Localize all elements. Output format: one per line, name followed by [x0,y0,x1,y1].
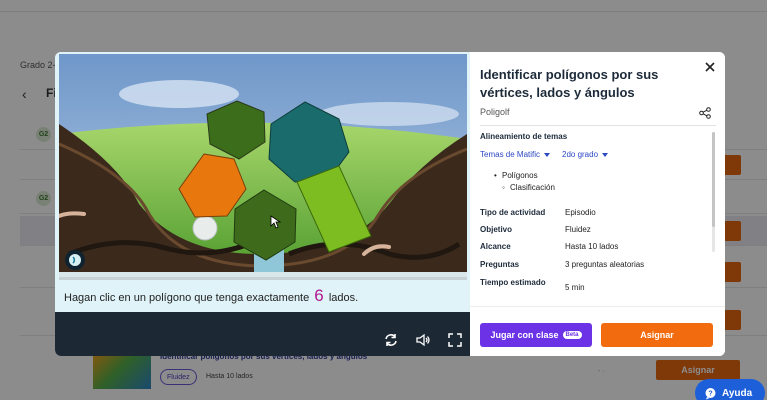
topic-item: Polígonos [494,170,555,182]
instruction-suffix: lados. [328,292,359,304]
meta-key: Tipo de actividad [480,208,546,217]
meta-key: Tiempo estimado [480,278,546,287]
play-with-class-button[interactable]: Jugar con clase Beta [480,323,592,347]
volume-icon[interactable] [415,332,431,348]
share-icon[interactable] [699,106,711,119]
divider [480,125,716,126]
activity-subtitle: Poligolf [480,107,510,117]
audio-character-icon[interactable] [65,250,85,270]
alignment-heading: Alineamiento de temas [480,132,568,141]
meta-value: Episodio [565,208,596,217]
beta-badge: Beta [562,331,582,339]
meta-key: Objetivo [480,225,513,234]
close-icon[interactable] [703,60,717,74]
meta-value: Hasta 10 lados [565,242,619,251]
golf-course-illustration [59,54,467,277]
chat-bubble-icon: ? [704,387,717,400]
topic-list: Polígonos Clasificación [494,170,555,194]
game-scene [59,54,467,277]
game-control-bar [55,312,470,356]
assign-button[interactable]: Asignar [601,323,713,347]
game-panel: Hagan clic en un polígono que tenga exac… [55,52,470,356]
activity-info-panel: Identificar polígonos por sus vértices, … [470,52,725,356]
help-label: Ayuda [722,387,753,399]
meta-activity-type: Tipo de actividad Episodio [480,208,710,220]
activity-preview-modal: Hagan clic en un polígono que tenga exac… [55,52,725,356]
restart-icon[interactable] [383,332,399,348]
meta-key: Alcance [480,242,511,251]
chevron-down-icon [602,152,609,157]
grade-dropdown[interactable]: 2do grado [562,150,609,159]
game-instruction: Hagan clic en un polígono que tenga exac… [64,286,358,306]
chevron-down-icon [544,152,551,157]
activity-title: Identificar polígonos por sus vértices, … [480,67,659,100]
help-button[interactable]: ? Ayuda [695,379,765,400]
play-button-label: Jugar con clase [490,330,559,340]
meta-estimated-time: Tiempo estimado 5 min [480,278,710,292]
svg-text:?: ? [708,390,712,397]
grade-dropdown-label: 2do grado [562,150,599,159]
scrollbar-thumb[interactable] [712,132,715,227]
subtopic-item: Clasificación [496,182,555,194]
topic-dropdown[interactable]: Temas de Matific [480,150,551,159]
meta-objective: Objetivo Fluidez [480,225,710,237]
meta-questions: Preguntas 3 preguntas aleatorias [480,260,710,272]
instruction-prefix: Hagan clic en un polígono que tenga exac… [64,292,310,304]
modal-footer: Jugar con clase Beta Asignar [470,306,725,356]
target-sides-number: 6 [314,286,324,305]
meta-value: 5 min [565,283,585,292]
meta-value: 3 preguntas aleatorias [565,260,645,269]
fullscreen-icon[interactable] [447,332,463,348]
meta-scope: Alcance Hasta 10 lados [480,242,710,254]
progress-bar [59,277,467,280]
topic-dropdown-label: Temas de Matific [480,150,541,159]
meta-value: Fluidez [565,225,591,234]
meta-key: Preguntas [480,260,520,269]
